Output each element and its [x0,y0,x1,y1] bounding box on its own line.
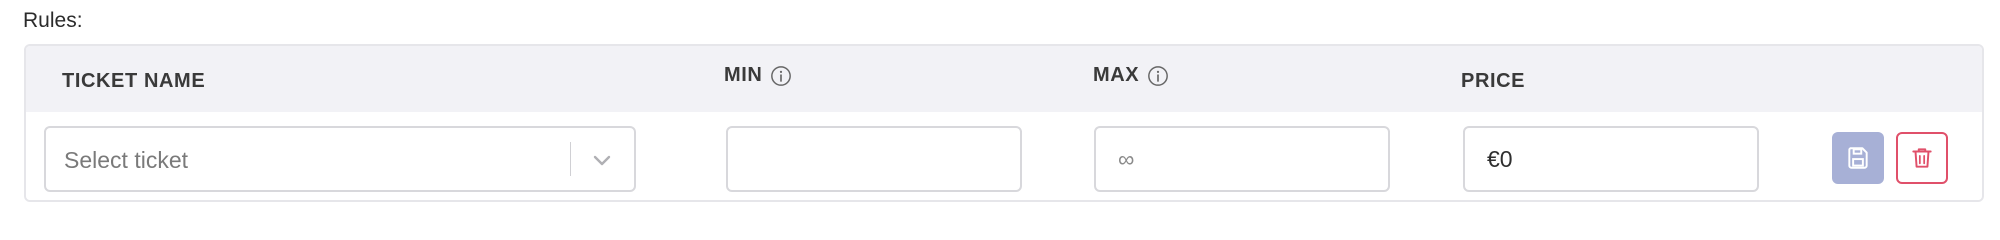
table-header: TICKET NAME MIN MAX PRICE [26,46,1982,113]
column-header-price-label: PRICE [1461,70,1526,92]
ticket-select[interactable]: Select ticket [44,126,636,192]
trash-icon [1912,148,1932,168]
column-header-max-label: MAX [1093,64,1140,86]
price-input[interactable] [1463,126,1759,192]
rules-table: TICKET NAME MIN MAX PRICE Select ticket … [24,44,1984,202]
min-input[interactable] [726,126,1022,192]
floppy-disk-icon [1848,147,1868,169]
column-header-max: MAX [1093,64,1169,87]
column-header-min-label: MIN [724,64,763,86]
column-header-ticket-name: TICKET NAME [62,70,205,93]
rules-label: Rules: [23,9,83,32]
select-divider [570,142,571,176]
ticket-select-placeholder: Select ticket [64,147,188,173]
delete-button[interactable] [1896,132,1948,184]
save-button[interactable] [1832,132,1884,184]
info-icon[interactable] [1147,65,1169,87]
column-header-price: PRICE [1461,70,1525,93]
column-header-min: MIN [724,64,792,87]
table-row: Select ticket [26,112,1982,200]
column-header-ticket-name-label: TICKET NAME [62,70,206,92]
page: Rules: TICKET NAME MIN MAX PRICE Select … [0,0,2000,224]
max-input[interactable] [1094,126,1390,192]
chevron-down-icon[interactable] [590,148,614,172]
info-icon[interactable] [770,65,792,87]
